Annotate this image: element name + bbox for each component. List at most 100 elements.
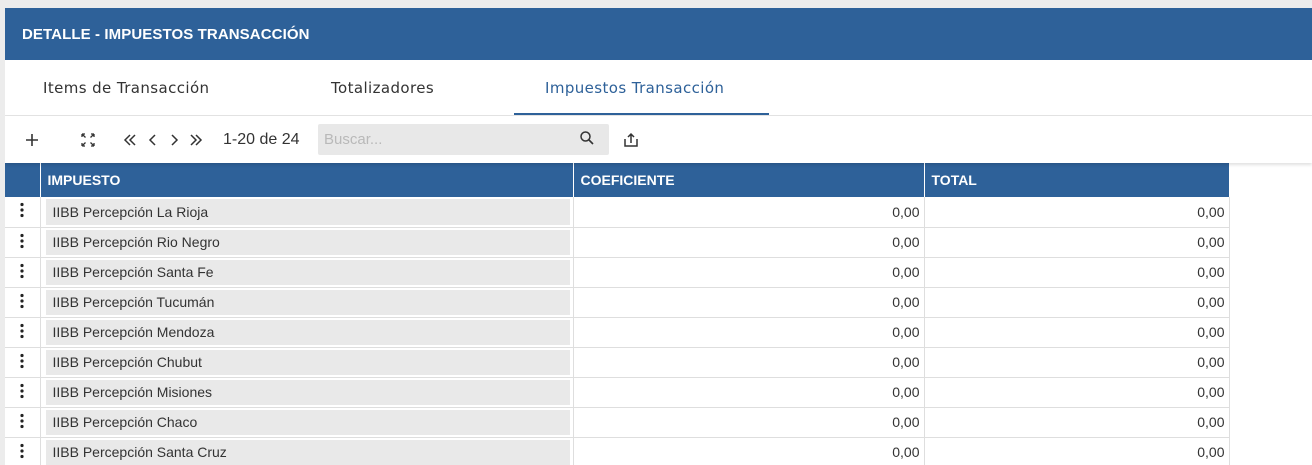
prev-page-button[interactable] [145, 116, 161, 163]
search-icon [580, 131, 594, 145]
cell-impuesto[interactable]: IIBB Percepción Chaco [40, 407, 574, 438]
cell-total[interactable]: 0,00 [924, 317, 1230, 348]
cell-coeficiente[interactable]: 0,00 [573, 407, 925, 438]
row-menu-button[interactable] [5, 287, 41, 318]
kebab-menu-icon [20, 233, 24, 248]
cell-impuesto-value: IIBB Percepción Misiones [45, 379, 570, 405]
table-row[interactable]: IIBB Percepción Santa Cruz 0,00 0,00 [5, 437, 1230, 465]
row-menu-button[interactable] [5, 257, 41, 288]
search-button[interactable] [579, 130, 595, 151]
cell-total[interactable]: 0,00 [924, 437, 1230, 465]
next-page-button[interactable] [166, 116, 182, 163]
tab-totalizadores[interactable]: Totalizadores [331, 60, 434, 115]
cell-total[interactable]: 0,00 [924, 287, 1230, 318]
tab-bar: Items de Transacción Totalizadores Impue… [5, 60, 1312, 116]
tab-label: Totalizadores [331, 78, 435, 97]
table-row[interactable]: IIBB Percepción Santa Fe 0,00 0,00 [5, 257, 1230, 288]
expand-icon [81, 132, 95, 147]
cell-impuesto[interactable]: IIBB Percepción Misiones [40, 377, 574, 408]
tab-impuestos-transaccion[interactable]: Impuestos Transacción [545, 60, 724, 115]
export-button[interactable] [621, 116, 641, 163]
cell-impuesto-value: IIBB Percepción Santa Fe [45, 259, 570, 285]
cell-coeficiente[interactable]: 0,00 [573, 437, 925, 465]
cell-coeficiente[interactable]: 0,00 [573, 377, 925, 408]
kebab-menu-icon [20, 443, 24, 458]
cell-coeficiente[interactable]: 0,00 [573, 317, 925, 348]
table-row[interactable]: IIBB Percepción Tucumán 0,00 0,00 [5, 287, 1230, 318]
cell-impuesto-value: IIBB Percepción La Rioja [45, 199, 570, 225]
active-tab-indicator [514, 113, 769, 115]
menu-column-header [5, 163, 41, 197]
column-header-impuesto[interactable]: IMPUESTO [40, 163, 574, 197]
cell-total[interactable]: 0,00 [924, 197, 1230, 228]
column-header-coeficiente[interactable]: COEFICIENTE [573, 163, 925, 197]
row-menu-button[interactable] [5, 407, 41, 438]
tab-items-transaccion[interactable]: Items de Transacción [43, 60, 209, 115]
cell-coeficiente[interactable]: 0,00 [573, 287, 925, 318]
search-box [318, 124, 609, 155]
cell-impuesto[interactable]: IIBB Percepción Santa Cruz [40, 437, 574, 465]
panel-header: DETALLE - IMPUESTOS TRANSACCIÓN [5, 8, 1312, 60]
cell-impuesto-value: IIBB Percepción Chubut [45, 349, 570, 375]
add-button[interactable] [22, 116, 42, 163]
tab-label: Impuestos Transacción [545, 78, 725, 97]
cell-coeficiente[interactable]: 0,00 [573, 347, 925, 378]
cell-total[interactable]: 0,00 [924, 257, 1230, 288]
kebab-menu-icon [20, 293, 24, 308]
first-page-button[interactable] [121, 116, 139, 163]
row-menu-button[interactable] [5, 197, 41, 228]
kebab-menu-icon [20, 413, 24, 428]
table-row[interactable]: IIBB Percepción La Rioja 0,00 0,00 [5, 197, 1230, 228]
cell-impuesto[interactable]: IIBB Percepción Tucumán [40, 287, 574, 318]
cell-impuesto-value: IIBB Percepción Rio Negro [45, 229, 570, 255]
row-menu-button[interactable] [5, 317, 41, 348]
detail-panel: DETALLE - IMPUESTOS TRANSACCIÓN Items de… [5, 8, 1312, 465]
cell-coeficiente[interactable]: 0,00 [573, 227, 925, 258]
table-body: IIBB Percepción La Rioja 0,00 0,00 IIBB Per… [5, 197, 1230, 465]
cell-impuesto[interactable]: IIBB Percepción Chubut [40, 347, 574, 378]
page-info: 1-20 de 24 [223, 130, 300, 148]
kebab-menu-icon [20, 353, 24, 368]
cell-impuesto-value: IIBB Percepción Chaco [45, 409, 570, 435]
kebab-menu-icon [20, 383, 24, 398]
cell-impuesto[interactable]: IIBB Percepción Rio Negro [40, 227, 574, 258]
cell-impuesto-value: IIBB Percepción Santa Cruz [45, 439, 570, 465]
export-icon [624, 132, 638, 147]
taxes-grid: IMPUESTO COEFICIENTE TOTAL IIBB Percepci… [5, 163, 1230, 465]
row-menu-button[interactable] [5, 347, 41, 378]
last-page-icon [190, 133, 203, 146]
row-menu-button[interactable] [5, 377, 41, 408]
next-page-icon [171, 133, 179, 146]
first-page-icon [123, 133, 136, 146]
cell-impuesto[interactable]: IIBB Percepción Santa Fe [40, 257, 574, 288]
cell-total[interactable]: 0,00 [924, 377, 1230, 408]
cell-impuesto[interactable]: IIBB Percepción La Rioja [40, 197, 574, 228]
table-row[interactable]: IIBB Percepción Mendoza 0,00 0,00 [5, 317, 1230, 348]
cell-impuesto-value: IIBB Percepción Mendoza [45, 319, 570, 345]
table-header-row: IMPUESTO COEFICIENTE TOTAL [5, 163, 1230, 197]
row-menu-button[interactable] [5, 227, 41, 258]
table-row[interactable]: IIBB Percepción Chubut 0,00 0,00 [5, 347, 1230, 378]
cell-total[interactable]: 0,00 [924, 227, 1230, 258]
cell-coeficiente[interactable]: 0,00 [573, 257, 925, 288]
table-row[interactable]: IIBB Percepción Rio Negro 0,00 0,00 [5, 227, 1230, 258]
expand-button[interactable] [78, 116, 98, 163]
cell-coeficiente[interactable]: 0,00 [573, 197, 925, 228]
table-row[interactable]: IIBB Percepción Misiones 0,00 0,00 [5, 377, 1230, 408]
column-header-total[interactable]: TOTAL [924, 163, 1230, 197]
taxes-table: IMPUESTO COEFICIENTE TOTAL IIBB Percepci… [5, 163, 1230, 465]
panel-title: DETALLE - IMPUESTOS TRANSACCIÓN [22, 25, 310, 43]
cell-impuesto[interactable]: IIBB Percepción Mendoza [40, 317, 574, 348]
kebab-menu-icon [20, 323, 24, 338]
tab-label: Items de Transacción [43, 78, 210, 97]
last-page-button[interactable] [187, 116, 205, 163]
search-input[interactable] [318, 130, 566, 149]
cell-impuesto-value: IIBB Percepción Tucumán [45, 289, 570, 315]
row-menu-button[interactable] [5, 437, 41, 465]
cell-total[interactable]: 0,00 [924, 347, 1230, 378]
kebab-menu-icon [20, 263, 24, 278]
cell-total[interactable]: 0,00 [924, 407, 1230, 438]
table-row[interactable]: IIBB Percepción Chaco 0,00 0,00 [5, 407, 1230, 438]
kebab-menu-icon [20, 203, 24, 218]
plus-icon [26, 133, 38, 146]
